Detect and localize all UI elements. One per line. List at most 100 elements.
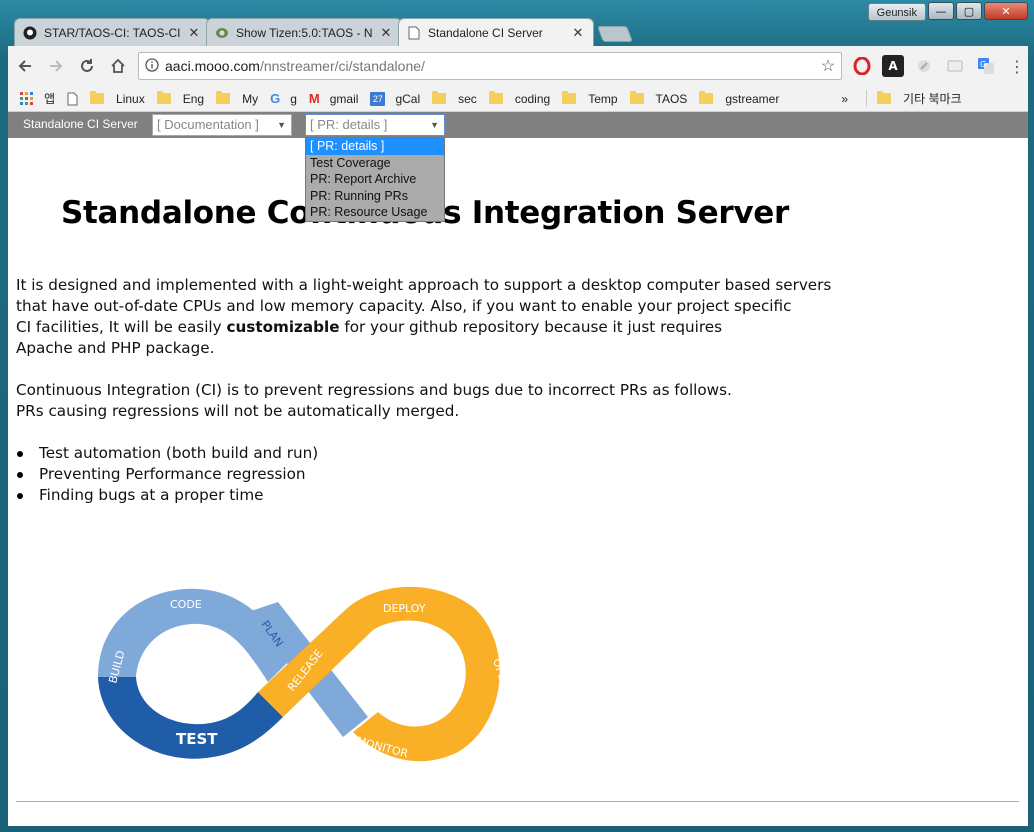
devops-infinity-logo: CODE BUILD TEST PLAN RELEASE DEPLOY OPER…	[98, 586, 508, 762]
folder-icon	[629, 91, 644, 104]
bookmark-linux[interactable]: Linux	[90, 91, 145, 106]
customizable-emphasis: customizable	[226, 318, 340, 336]
apps-label: 앱	[44, 92, 56, 106]
extension-card-icon[interactable]	[944, 55, 966, 77]
profile-badge[interactable]: Geunsik	[867, 3, 926, 21]
folder-icon	[877, 91, 892, 104]
folder-icon	[562, 91, 577, 104]
bookmark-coding[interactable]: coding	[488, 91, 551, 106]
tab-title: STAR/TAOS-CI: TAOS-CI	[44, 25, 181, 40]
bookmark-gmail[interactable]: M gmail	[309, 91, 359, 106]
bookmark-label: gstreamer	[725, 91, 780, 106]
bookmark-label: My	[242, 91, 259, 106]
browser-toolbar: aaci.mooo.com/nnstreamer/ci/standalone/ …	[8, 46, 1028, 86]
ci-line-2: PRs causing regressions will not be auto…	[16, 402, 460, 420]
folder-icon	[432, 91, 447, 104]
deploy-label: DEPLOY	[383, 602, 426, 615]
pr-option-resource-usage[interactable]: PR: Resource Usage	[306, 204, 444, 221]
menu-icon[interactable]: ⋮	[1006, 55, 1028, 77]
google-icon: G	[270, 91, 281, 106]
test-label: TEST	[176, 730, 218, 748]
bookmark-label: gmail	[329, 91, 359, 106]
info-icon[interactable]	[139, 57, 165, 75]
bookmarks-bar: 앱 Linux Eng My G g M gmail 27 gCal sec c…	[8, 86, 1028, 112]
pr-option-report-archive[interactable]: PR: Report Archive	[306, 171, 444, 188]
bookmark-sec[interactable]: sec	[432, 91, 477, 106]
url-host: aaci.mooo.com	[165, 58, 260, 74]
page-bookmark[interactable]	[67, 92, 78, 106]
new-tab-button[interactable]	[597, 26, 633, 42]
bookmark-temp[interactable]: Temp	[562, 91, 618, 106]
site-nav-bar: Standalone CI Server [ Documentation ] ▼…	[8, 112, 1028, 138]
bookmark-gcal[interactable]: 27 gCal	[370, 91, 421, 106]
bookmark-star-icon[interactable]: ☆	[815, 56, 841, 76]
folder-icon	[90, 91, 105, 104]
tab-title: Show Tizen:5.0:TAOS - N	[236, 25, 373, 40]
tab-strip: STAR/TAOS-CI: TAOS-CI ✕ Show Tizen:5.0:T…	[14, 18, 633, 46]
intro-line-3: CI facilities, It will be easily customi…	[16, 317, 831, 338]
bookmark-label: Temp	[588, 91, 618, 106]
address-bar[interactable]: aaci.mooo.com/nnstreamer/ci/standalone/ …	[138, 52, 842, 80]
pr-option-details[interactable]: [ PR: details ]	[306, 138, 444, 155]
home-icon[interactable]	[104, 52, 132, 80]
tab-close-icon[interactable]: ✕	[571, 25, 585, 41]
list-item: Preventing Performance regression	[16, 464, 318, 485]
bookmark-label: gCal	[395, 91, 421, 106]
bookmark-label: g	[290, 91, 297, 106]
tab-show-tizen[interactable]: Show Tizen:5.0:TAOS - N ✕	[206, 18, 402, 46]
other-bookmarks[interactable]: 기타 북마크	[866, 90, 962, 107]
close-window-button[interactable]: ✕	[984, 2, 1028, 20]
extension-grey-icon[interactable]	[913, 55, 935, 77]
list-item: Test automation (both build and run)	[16, 443, 318, 464]
apps-grid-icon	[20, 91, 33, 105]
translate-icon[interactable]: G	[975, 55, 997, 77]
tab-taos-ci[interactable]: STAR/TAOS-CI: TAOS-CI ✕	[14, 18, 210, 46]
github-icon	[23, 26, 37, 40]
bookmark-my[interactable]: My	[216, 91, 259, 106]
bookmark-label: 기타 북마크	[903, 92, 962, 106]
bookmark-label: TAOS	[655, 91, 688, 106]
intro-paragraph: It is designed and implemented with a li…	[16, 275, 831, 359]
tab-close-icon[interactable]: ✕	[187, 25, 201, 41]
bookmark-label: coding	[514, 91, 551, 106]
pr-select-dropdown: [ PR: details ] Test Coverage PR: Report…	[305, 137, 445, 222]
ci-paragraph: Continuous Integration (CI) is to preven…	[16, 380, 732, 422]
bookmark-g[interactable]: G g	[270, 91, 297, 106]
extension-a-icon[interactable]: A	[882, 55, 904, 77]
apps-bookmark[interactable]: 앱	[20, 90, 55, 107]
ci-line-1: Continuous Integration (CI) is to preven…	[16, 381, 732, 399]
site-brand[interactable]: Standalone CI Server	[23, 117, 138, 131]
bookmark-taos[interactable]: TAOS	[629, 91, 688, 106]
documentation-select[interactable]: [ Documentation ] ▼	[152, 114, 292, 136]
minimize-button[interactable]: —	[928, 2, 954, 20]
obs-icon	[215, 26, 229, 40]
feature-list: Test automation (both build and run) Pre…	[16, 443, 318, 506]
opera-icon[interactable]	[851, 55, 873, 77]
page-icon	[67, 92, 78, 105]
tab-standalone-ci[interactable]: Standalone CI Server ✕	[398, 18, 594, 46]
tab-close-icon[interactable]: ✕	[379, 25, 393, 41]
back-icon[interactable]	[11, 52, 39, 80]
bookmark-label: sec	[458, 91, 477, 106]
reload-icon[interactable]	[73, 52, 101, 80]
pr-option-test-coverage[interactable]: Test Coverage	[306, 155, 444, 172]
maximize-button[interactable]: ▢	[956, 2, 982, 20]
folder-icon	[488, 91, 503, 104]
browser-window: Geunsik — ▢ ✕ STAR/TAOS-CI: TAOS-CI ✕ Sh…	[0, 0, 1034, 832]
bookmark-eng[interactable]: Eng	[156, 91, 205, 106]
bookmark-label: Eng	[182, 91, 205, 106]
bookmarks-overflow-button[interactable]: »	[841, 92, 848, 106]
intro-line-2: that have out-of-date CPUs and low memor…	[16, 297, 792, 315]
calendar-icon: 27	[370, 91, 386, 106]
pr-select-value: [ PR: details ]	[310, 117, 388, 132]
url-path: /nnstreamer/ci/standalone/	[259, 58, 425, 74]
bookmark-label: Linux	[116, 91, 145, 106]
svg-text:G: G	[980, 60, 986, 69]
bookmark-gstreamer[interactable]: gstreamer	[699, 91, 780, 106]
pr-option-running-prs[interactable]: PR: Running PRs	[306, 188, 444, 205]
forward-icon[interactable]	[42, 52, 70, 80]
pr-select[interactable]: [ PR: details ] ▼	[305, 114, 445, 136]
page-icon	[407, 26, 421, 40]
intro-line-3-a: CI facilities, It will be easily	[16, 318, 227, 336]
footer-divider	[16, 801, 1019, 802]
